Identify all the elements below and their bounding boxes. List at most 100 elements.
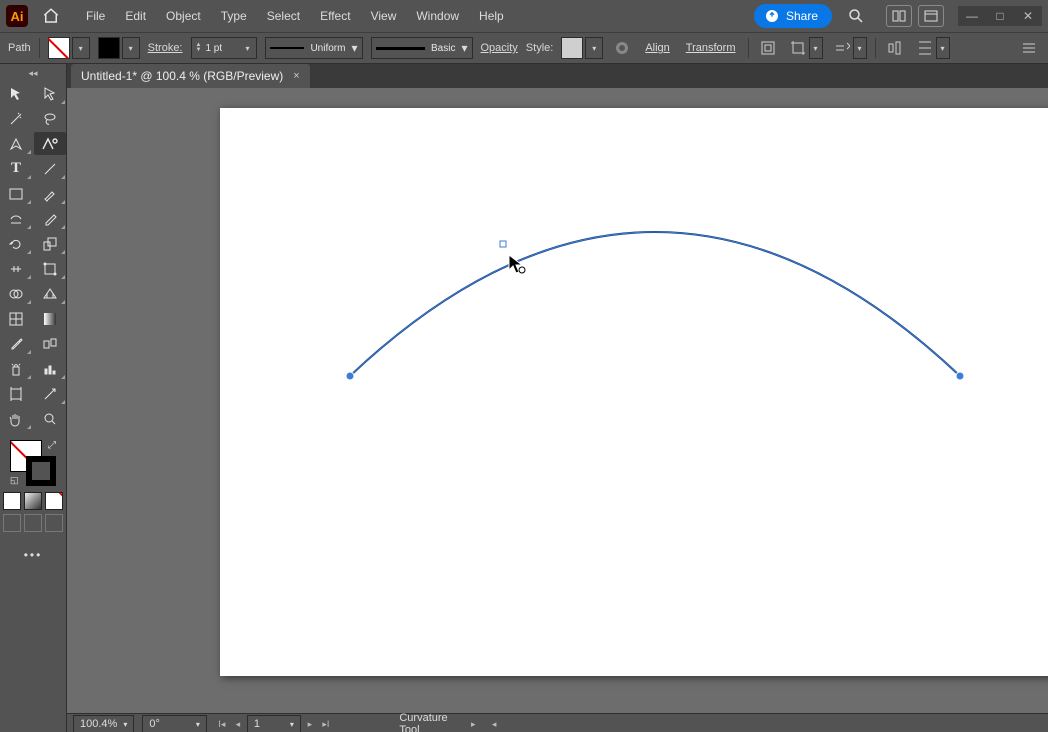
crop-dropdown[interactable]: ▾ (809, 37, 823, 59)
graphic-style-dropdown[interactable]: ▾ (585, 37, 603, 59)
magic-wand-tool[interactable] (0, 107, 32, 130)
color-mode-solid[interactable] (3, 492, 21, 510)
swap-fill-stroke-icon[interactable]: ⤢ (48, 440, 56, 451)
arrange-documents-button[interactable] (886, 5, 912, 27)
path-object[interactable] (220, 108, 1048, 676)
menu-effect[interactable]: Effect (312, 5, 358, 27)
draw-inside[interactable] (45, 514, 63, 532)
arrange-button[interactable] (831, 37, 853, 59)
shaper-tool[interactable] (0, 207, 32, 230)
draw-behind[interactable] (24, 514, 42, 532)
stroke-weight-input[interactable]: ▲▼ 1 pt ▾ (191, 37, 257, 59)
prev-artboard-button[interactable]: ◂ (231, 717, 245, 731)
edit-toolbar-button[interactable]: ••• (24, 548, 43, 562)
home-button[interactable] (36, 4, 66, 28)
free-transform-tool[interactable] (34, 257, 66, 280)
stroke-swatch[interactable] (98, 37, 120, 59)
fill-stroke-control[interactable]: ⤢ ◱ (8, 438, 58, 488)
eyedropper-tool[interactable] (0, 332, 32, 355)
distribute-dropdown[interactable]: ▾ (936, 37, 950, 59)
distribute-button[interactable] (914, 37, 936, 59)
minimize-button[interactable]: — (958, 6, 986, 26)
rotate-view-input[interactable]: 0° ▾ (142, 715, 207, 732)
shape-builder-tool[interactable] (0, 282, 32, 305)
color-mode-none[interactable] (45, 492, 63, 510)
draw-normal[interactable] (3, 514, 21, 532)
perspective-grid-tool[interactable] (34, 282, 66, 305)
arrange-dropdown[interactable]: ▾ (853, 37, 867, 59)
align-to-button[interactable] (884, 37, 906, 59)
width-tool[interactable] (0, 257, 32, 280)
zoom-tool[interactable] (34, 407, 66, 430)
transform-panel-link[interactable]: Transform (682, 42, 740, 54)
document-tab[interactable]: Untitled-1* @ 100.4 % (RGB/Preview) × (71, 64, 310, 88)
search-button[interactable] (842, 4, 870, 28)
default-fill-stroke-icon[interactable]: ◱ (10, 475, 19, 486)
stroke-panel-link[interactable]: Stroke: (148, 42, 183, 54)
crop-image-button[interactable] (787, 37, 809, 59)
graphic-style-swatch[interactable] (561, 37, 583, 59)
brush-definition[interactable]: Basic ▾ (371, 37, 473, 59)
anchor-point-right[interactable] (956, 372, 964, 380)
panel-menu-button[interactable] (1018, 37, 1040, 59)
zoom-level-input[interactable]: 100.4%▾ (73, 715, 134, 732)
menu-view[interactable]: View (363, 5, 405, 27)
slice-tool[interactable] (34, 382, 66, 405)
selection-tool[interactable] (0, 82, 32, 105)
fill-dropdown[interactable]: ▾ (72, 37, 90, 59)
eraser-tool[interactable] (34, 207, 66, 230)
column-graph-tool[interactable] (34, 357, 66, 380)
line-segment-tool[interactable] (34, 157, 66, 180)
menu-window[interactable]: Window (408, 5, 467, 27)
toolbox-collapse[interactable]: ◂◂ (23, 68, 43, 78)
canvas[interactable] (67, 88, 1048, 713)
anchor-point-hover[interactable] (500, 241, 506, 247)
stroke-box[interactable] (26, 456, 56, 486)
menu-icon (1021, 40, 1037, 56)
stroke-dropdown[interactable]: ▾ (122, 37, 140, 59)
blend-tool[interactable] (34, 332, 66, 355)
color-mode-gradient[interactable] (24, 492, 42, 510)
status-flyout[interactable]: ▸ (467, 717, 479, 731)
direct-selection-tool[interactable] (34, 82, 66, 105)
maximize-button[interactable]: □ (986, 6, 1014, 26)
paintbrush-tool[interactable] (34, 182, 66, 205)
isolate-button[interactable] (757, 37, 779, 59)
menu-object[interactable]: Object (158, 5, 209, 27)
close-button[interactable]: ✕ (1014, 6, 1042, 26)
rectangle-tool[interactable] (0, 182, 32, 205)
control-bar: Path ▾ ▾ Stroke: ▲▼ 1 pt ▾ Uniform ▾ Bas… (0, 32, 1048, 64)
menu-type[interactable]: Type (213, 5, 255, 27)
close-tab-button[interactable]: × (293, 70, 299, 82)
mesh-tool[interactable] (0, 307, 32, 330)
recolor-artwork-button[interactable] (611, 37, 633, 59)
align-panel-link[interactable]: Align (641, 42, 673, 54)
menu-select[interactable]: Select (259, 5, 308, 27)
hand-tool[interactable] (0, 407, 32, 430)
last-artboard-button[interactable]: ▸I (319, 717, 333, 731)
curvature-tool[interactable] (34, 132, 66, 155)
rotate-tool[interactable] (0, 232, 32, 255)
variable-width-profile[interactable]: Uniform ▾ (265, 37, 363, 59)
menu-file[interactable]: File (78, 5, 113, 27)
opacity-panel-link[interactable]: Opacity (481, 42, 518, 54)
artboard-tool[interactable] (0, 382, 32, 405)
menu-edit[interactable]: Edit (117, 5, 154, 27)
pen-tool[interactable] (0, 132, 32, 155)
scale-tool[interactable] (34, 232, 66, 255)
gradient-tool[interactable] (34, 307, 66, 330)
anchor-point-left[interactable] (346, 372, 354, 380)
share-button[interactable]: Share (754, 4, 832, 28)
fill-swatch[interactable] (48, 37, 70, 59)
workspace-switcher[interactable] (918, 5, 944, 27)
artboard[interactable] (220, 108, 1048, 676)
type-tool[interactable]: T (0, 157, 32, 180)
menu-help[interactable]: Help (471, 5, 512, 27)
lasso-tool[interactable] (34, 107, 66, 130)
artboard-number-input[interactable]: 1 ▾ (247, 715, 301, 732)
first-artboard-button[interactable]: I◂ (215, 717, 229, 731)
grid-icon (892, 10, 906, 22)
symbol-sprayer-tool[interactable] (0, 357, 32, 380)
horizontal-scrollbar[interactable]: ◂ ▸ (487, 716, 1048, 732)
next-artboard-button[interactable]: ▸ (303, 717, 317, 731)
